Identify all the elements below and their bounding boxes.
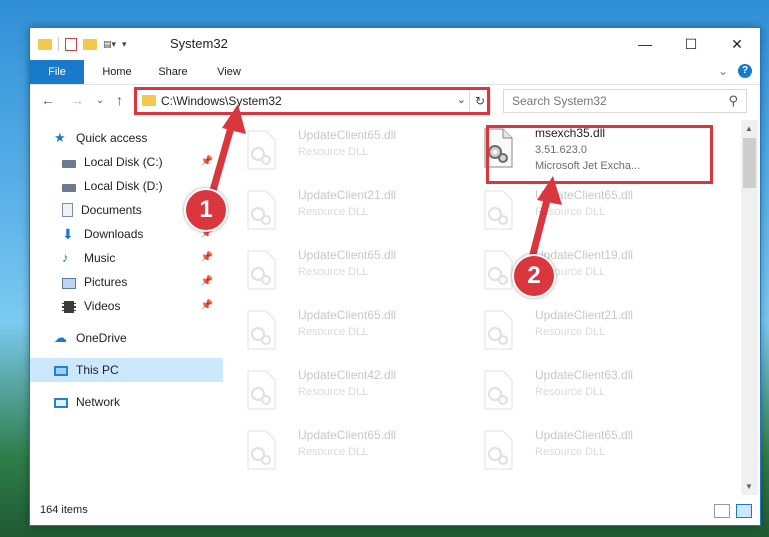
arrow-1-head (222, 104, 246, 134)
step-2-badge: 2 (512, 254, 556, 298)
arrow-2-shaft (528, 192, 552, 262)
arrow-2-head (537, 176, 562, 205)
arrow-1-shaft (208, 120, 236, 198)
annotation-arrows (208, 104, 562, 262)
step-1-badge: 1 (184, 188, 228, 232)
